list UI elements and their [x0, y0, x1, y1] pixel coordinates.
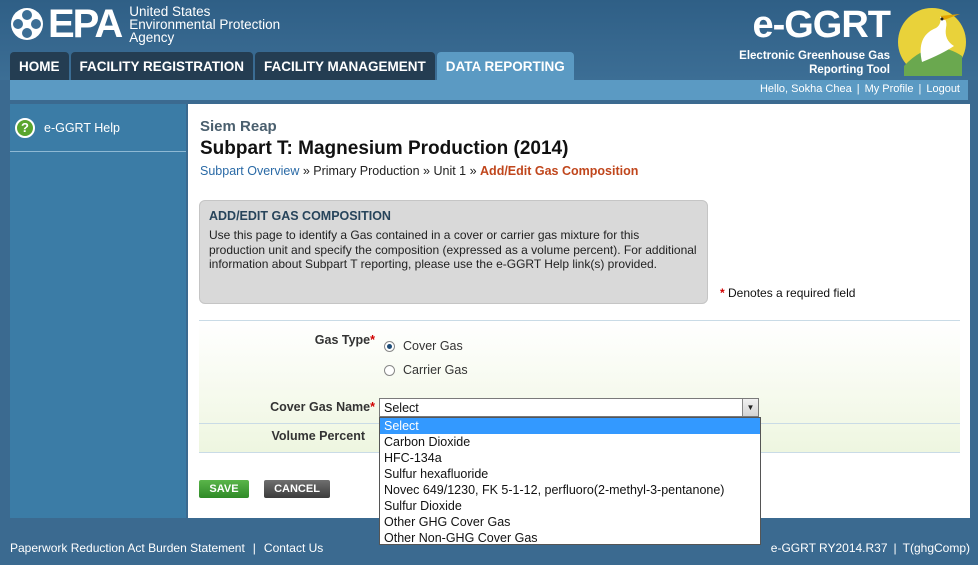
radio-cover-gas[interactable]: Cover Gas [384, 339, 463, 353]
sidebar-item-label: e-GGRT Help [44, 120, 120, 135]
user-sep-1: | [856, 83, 860, 95]
save-button[interactable]: SAVE [199, 480, 249, 498]
breadcrumb-unit: Unit 1 [433, 164, 467, 178]
required-note-text: Denotes a required field [728, 286, 856, 300]
dropdown-option[interactable]: Other GHG Cover Gas [380, 514, 760, 530]
epa-wordmark: EPA [48, 2, 123, 46]
dropdown-option[interactable]: Sulfur hexafluoride [380, 466, 760, 482]
tab-home[interactable]: HOME [10, 52, 69, 80]
site-header: EPA United States Environmental Protecti… [0, 0, 978, 80]
dropdown-option[interactable]: Select [380, 418, 760, 434]
logout-link[interactable]: Logout [926, 83, 960, 95]
epa-flower-icon [11, 8, 43, 40]
eggrt-subtitle-line-2: Reporting Tool [809, 64, 890, 76]
dropdown-option[interactable]: Other Non-GHG Cover Gas [380, 530, 760, 546]
agency-name: United States Environmental Protection A… [129, 3, 281, 45]
help-icon: ? [15, 117, 35, 138]
dropdown-option[interactable]: Sulfur Dioxide [380, 498, 760, 514]
required-field-note: * Denotes a required field [720, 286, 855, 300]
required-star: * [370, 333, 375, 347]
radio-carrier-gas-label: Carrier Gas [403, 363, 468, 377]
cover-gas-name-label-text: Cover Gas Name [270, 400, 371, 414]
cover-gas-name-label: Cover Gas Name* [239, 400, 375, 414]
agency-line-3: Agency [129, 29, 175, 45]
paperwork-link[interactable]: Paperwork Reduction Act Burden Statement [10, 541, 245, 555]
gas-type-label-text: Gas Type [314, 333, 371, 347]
breadcrumb: Subpart Overview » Primary Production » … [200, 164, 638, 178]
tab-data-reporting[interactable]: DATA REPORTING [436, 52, 574, 80]
breadcrumb-primary-production: Primary Production [313, 164, 420, 178]
volume-percent-label: Volume Percent [271, 429, 365, 443]
radio-button[interactable] [384, 364, 395, 376]
chevron-down-icon[interactable]: ▼ [742, 399, 758, 416]
gas-type-label: Gas Type* [259, 333, 375, 347]
facility-name: Siem Reap [200, 118, 277, 135]
egret-logo-icon [898, 8, 966, 76]
breadcrumb-current: Add/Edit Gas Composition [480, 164, 639, 178]
breadcrumb-sep: » [419, 164, 434, 178]
dropdown-option[interactable]: Carbon Dioxide [380, 434, 760, 450]
cover-gas-name-select[interactable]: Select ▼ [379, 398, 759, 417]
tab-facility-management[interactable]: FACILITY MANAGEMENT [255, 52, 435, 80]
user-sep-2: | [918, 83, 922, 95]
footer-version: e-GGRT RY2014.R37 | T(ghgComp) [771, 541, 970, 555]
eggrt-subtitle-line-1: Electronic Greenhouse Gas [739, 50, 890, 62]
radio-carrier-gas[interactable]: Carrier Gas [384, 363, 468, 377]
eggrt-subtitle: Electronic Greenhouse Gas Reporting Tool [739, 49, 890, 77]
agency-line-2: Environmental Protection [129, 16, 281, 32]
cancel-button[interactable]: CANCEL [264, 480, 330, 498]
instructions-box: ADD/EDIT GAS COMPOSITION Use this page t… [199, 200, 708, 304]
sidebar: ? e-GGRT Help [10, 104, 186, 518]
footer-sep: | [893, 541, 897, 555]
epa-logo[interactable]: EPA United States Environmental Protecti… [10, 4, 280, 44]
instructions-title: ADD/EDIT GAS COMPOSITION [209, 209, 391, 223]
user-greeting: Hello, Sokha Chea [759, 83, 852, 95]
dropdown-option[interactable]: HFC-134a [380, 450, 760, 466]
cover-gas-dropdown-list: Select Carbon Dioxide HFC-134a Sulfur he… [379, 417, 761, 545]
radio-cover-gas-label: Cover Gas [403, 339, 463, 353]
page-code: T(ghgComp) [902, 541, 970, 555]
required-star: * [720, 286, 725, 300]
user-links: Hello, Sokha Chea | My Profile | Logout [760, 83, 960, 95]
eggrt-title: e-GGRT [752, 4, 891, 46]
my-profile-link[interactable]: My Profile [865, 83, 914, 95]
contact-us-link[interactable]: Contact Us [264, 541, 323, 555]
user-bar: Hello, Sokha Chea | My Profile | Logout [10, 80, 968, 100]
instructions-text: Use this page to identify a Gas containe… [209, 228, 697, 271]
breadcrumb-sep: » [466, 164, 481, 178]
main-nav: HOME FACILITY REGISTRATION FACILITY MANA… [10, 52, 576, 80]
breadcrumb-subpart-overview[interactable]: Subpart Overview [200, 164, 299, 178]
breadcrumb-sep: » [299, 164, 314, 178]
version-text: e-GGRT RY2014.R37 [770, 541, 888, 555]
eggrt-brand: e-GGRT Electronic Greenhouse Gas Reporti… [728, 4, 968, 78]
sidebar-item-help[interactable]: ? e-GGRT Help [10, 104, 186, 152]
dropdown-option[interactable]: Novec 649/1230, FK 5-1-12, perfluoro(2-m… [380, 482, 760, 498]
page-title: Subpart T: Magnesium Production (2014) [200, 138, 569, 159]
agency-line-1: United States [129, 3, 211, 19]
footer-sep: | [252, 541, 256, 555]
select-value: Select [384, 401, 419, 415]
tab-facility-registration[interactable]: FACILITY REGISTRATION [70, 52, 254, 80]
radio-button[interactable] [384, 340, 395, 352]
required-star: * [370, 400, 375, 414]
footer-links: Paperwork Reduction Act Burden Statement… [10, 541, 323, 555]
